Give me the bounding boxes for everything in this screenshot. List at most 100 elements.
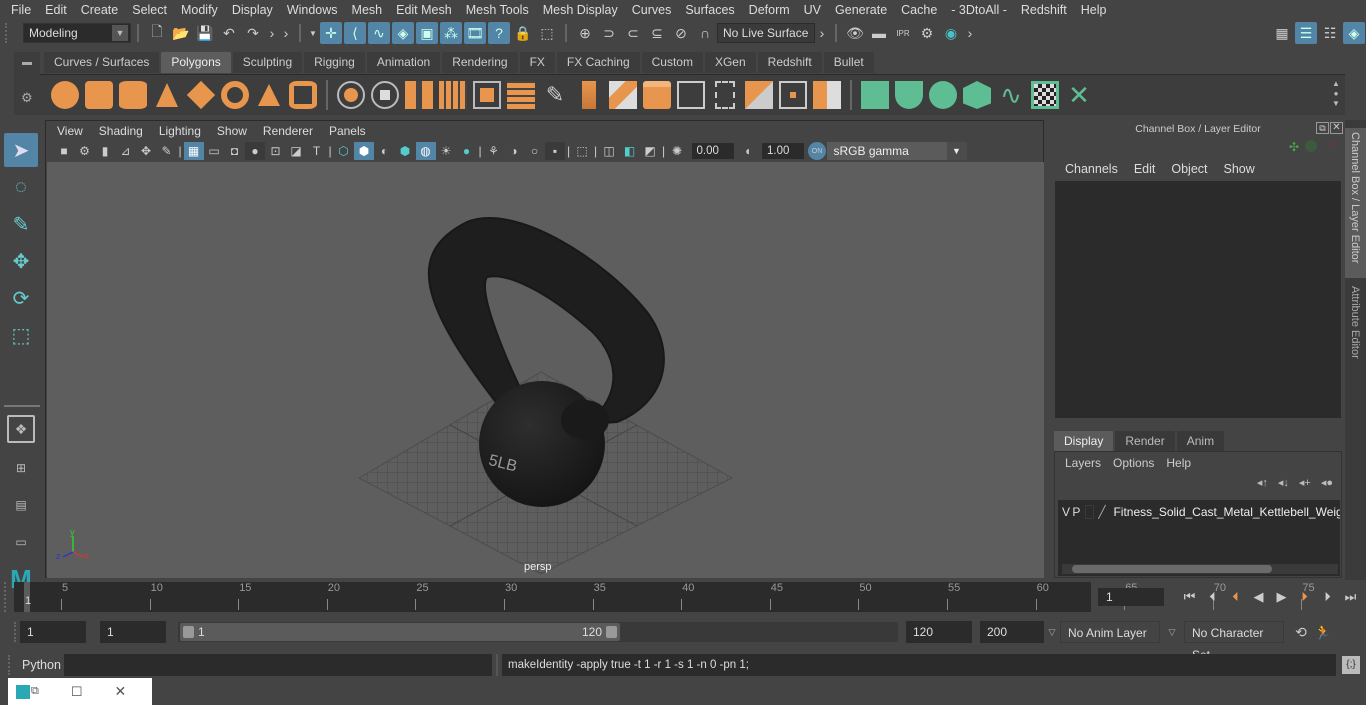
- wireframe-icon[interactable]: ⬡: [334, 142, 354, 160]
- shelf-tab-redshift[interactable]: Redshift: [757, 52, 822, 73]
- range-slider[interactable]: 1 120: [178, 622, 898, 642]
- xray-active-icon[interactable]: ◧: [620, 142, 640, 160]
- play-forward-icon[interactable]: ▶: [1270, 588, 1293, 606]
- isolate-select-icon[interactable]: ⬚: [572, 142, 592, 160]
- single-view-layout-icon[interactable]: ❖: [7, 415, 35, 443]
- channel-menu-show[interactable]: Show: [1216, 162, 1263, 176]
- layer-playback-toggle[interactable]: P: [1072, 505, 1084, 519]
- redo-icon[interactable]: ↷: [242, 22, 264, 44]
- move-tool-icon[interactable]: ✥: [4, 244, 38, 278]
- snap-surface-icon[interactable]: ⊘: [670, 22, 692, 44]
- layer-horizontal-scrollbar[interactable]: [1062, 564, 1338, 574]
- manipulator-icon[interactable]: ✣: [1289, 140, 1299, 154]
- menu-cache[interactable]: Cache: [894, 3, 944, 17]
- channel-menu-object[interactable]: Object: [1163, 162, 1215, 176]
- scene-start-field[interactable]: 1: [20, 621, 86, 643]
- shelf-tab-rendering[interactable]: Rendering: [442, 52, 518, 73]
- smooth-shade-icon[interactable]: ⬢: [354, 142, 374, 160]
- auto-key-icon[interactable]: ⟲: [1290, 624, 1312, 641]
- shelf-tab-custom[interactable]: Custom: [641, 52, 703, 73]
- range-slider-handle[interactable]: 1 120: [180, 623, 620, 641]
- screen-space-ao-icon[interactable]: ⚘: [484, 142, 504, 160]
- use-all-lights-icon[interactable]: ☀: [436, 142, 456, 160]
- menu-surfaces[interactable]: Surfaces: [678, 3, 741, 17]
- gate-mask-icon[interactable]: ●: [245, 142, 265, 160]
- select-by-hierarchy-icon[interactable]: ✛: [320, 22, 342, 44]
- drag-handle[interactable]: [14, 622, 18, 642]
- select-points-icon[interactable]: ◈: [392, 22, 414, 44]
- xray-icon[interactable]: ◫: [599, 142, 619, 160]
- current-frame-field[interactable]: 1: [1098, 588, 1164, 606]
- film-gate-icon[interactable]: ▭: [204, 142, 224, 160]
- image-plane-icon[interactable]: ⊿: [116, 142, 136, 160]
- layer-name[interactable]: Fitness_Solid_Cast_Metal_Kettlebell_Weig…: [1113, 505, 1340, 519]
- layer-visibility-toggle[interactable]: V: [1062, 505, 1072, 519]
- menu-windows[interactable]: Windows: [280, 3, 345, 17]
- shadows-icon[interactable]: ●: [457, 142, 477, 160]
- viewport-menu-view[interactable]: View: [49, 124, 91, 138]
- layer-menu-options[interactable]: Options: [1107, 456, 1160, 470]
- animation-preferences-icon[interactable]: 🏃: [1312, 624, 1334, 641]
- menu-create[interactable]: Create: [74, 3, 126, 17]
- menu-curves[interactable]: Curves: [625, 3, 679, 17]
- multi-cut-icon[interactable]: ✎: [541, 81, 569, 109]
- speed-icon[interactable]: [1305, 140, 1317, 152]
- select-render-icon[interactable]: 🎞: [464, 22, 486, 44]
- help-icon[interactable]: ?: [488, 22, 510, 44]
- lasso-tool-icon[interactable]: ◌: [4, 170, 38, 204]
- new-layer-selected-icon[interactable]: ◂●: [1321, 476, 1333, 489]
- layer-tab-render[interactable]: Render: [1115, 431, 1175, 451]
- step-back-key-icon[interactable]: ⏴: [1201, 588, 1224, 606]
- shelf-tab-rigging[interactable]: Rigging: [304, 52, 365, 73]
- range-end-grip[interactable]: [606, 626, 617, 638]
- poly-plane-icon[interactable]: [186, 80, 216, 110]
- motion-blur-icon[interactable]: ◑: [504, 142, 524, 160]
- collapse-arrow-icon[interactable]: ›: [266, 22, 278, 44]
- gamma-icon[interactable]: ◖: [738, 142, 758, 160]
- uv-layout-icon[interactable]: ✕: [1065, 81, 1093, 109]
- merge-icon[interactable]: [813, 81, 841, 109]
- restore-icon[interactable]: ⧉: [31, 685, 39, 698]
- xray-joints-icon[interactable]: ◩: [640, 142, 660, 160]
- select-tool-icon[interactable]: ➤: [4, 133, 38, 167]
- layer-tab-anim[interactable]: Anim: [1176, 431, 1225, 451]
- safe-action-icon[interactable]: ◪: [286, 142, 306, 160]
- tool-settings-icon[interactable]: ☷: [1319, 22, 1341, 44]
- bookmark-icon[interactable]: ▮: [95, 142, 115, 160]
- select-faces-icon[interactable]: ▣: [416, 22, 438, 44]
- snap-view-icon[interactable]: ⊆: [646, 22, 668, 44]
- save-scene-icon[interactable]: 💾: [194, 22, 216, 44]
- close-icon[interactable]: ✕: [1330, 122, 1343, 134]
- move-layer-up-icon[interactable]: ◂↑: [1257, 476, 1268, 489]
- time-slider[interactable]: 1 51015202530354045505560657075808590951…: [4, 582, 1315, 612]
- layer-menu-layers[interactable]: Layers: [1059, 456, 1107, 470]
- menu-mesh[interactable]: Mesh: [345, 3, 390, 17]
- camera-attributes-icon[interactable]: ⚙: [75, 142, 95, 160]
- bevel-icon[interactable]: [643, 81, 671, 109]
- snap-live-icon[interactable]: ∩: [694, 22, 716, 44]
- shelf-tab-xgen[interactable]: XGen: [704, 52, 756, 73]
- shelf-tab-polygons[interactable]: Polygons: [161, 52, 231, 73]
- viewport-menu-renderer[interactable]: Renderer: [255, 124, 321, 138]
- select-by-object-icon[interactable]: ⟨: [344, 22, 366, 44]
- layer-row[interactable]: V P ╱ Fitness_Solid_Cast_Metal_Kettlebel…: [1058, 502, 1340, 522]
- poly-sphere-icon[interactable]: [51, 81, 79, 109]
- menu-help[interactable]: Help: [1074, 3, 1114, 17]
- live-surface-field[interactable]: No Live Surface: [717, 23, 815, 43]
- side-tab-attribute-editor[interactable]: Attribute Editor: [1345, 282, 1366, 382]
- graph-layout-icon[interactable]: ▭: [4, 525, 38, 559]
- outliner-layout-icon[interactable]: ▤: [4, 488, 38, 522]
- reduce-icon[interactable]: [473, 81, 501, 109]
- range-start-grip[interactable]: [183, 626, 194, 638]
- layer-color-swatch[interactable]: ╱: [1098, 505, 1113, 519]
- shelf-scroll[interactable]: ▲ ● ▼: [1331, 79, 1341, 109]
- uv-automatic-icon[interactable]: [963, 81, 991, 109]
- rotate-tool-icon[interactable]: ⟳: [4, 281, 38, 315]
- collapse-arrow-icon[interactable]: ›: [964, 22, 976, 44]
- drag-handle[interactable]: [5, 23, 11, 43]
- poly-cube-icon[interactable]: [85, 81, 113, 109]
- collapse-arrow-icon[interactable]: ›: [816, 22, 828, 44]
- maximize-icon[interactable]: ☐: [71, 684, 83, 700]
- hyper-icon[interactable]: ↗: [1327, 138, 1337, 152]
- select-highlight-icon[interactable]: ⬚: [536, 22, 558, 44]
